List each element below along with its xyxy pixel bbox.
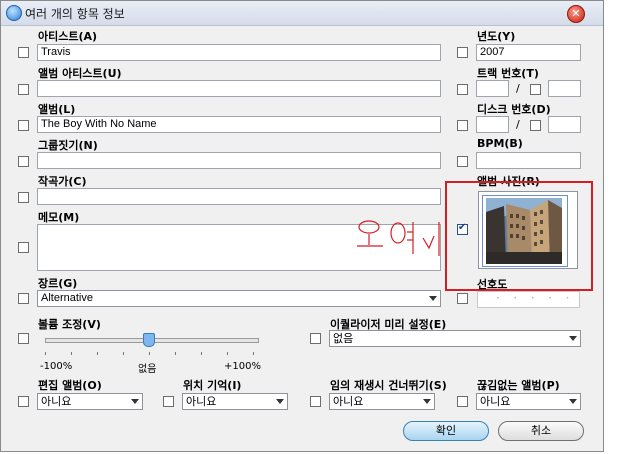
equalizer-dropdown[interactable]: 없음 <box>329 330 581 347</box>
handwritten-annotation <box>357 220 440 256</box>
track-number-label: 트랙 번호(T) <box>477 67 539 80</box>
grouping-label: 그룹짓기(N) <box>38 139 98 152</box>
volume-mid-label: 없음 <box>138 364 157 375</box>
skip-shuffle-value: 아니요 <box>333 395 364 408</box>
comments-checkbox[interactable] <box>18 242 29 253</box>
rating-checkbox[interactable] <box>457 293 468 304</box>
disc-count-field[interactable] <box>548 116 581 133</box>
remember-position-label: 위치 기억(I) <box>183 379 242 392</box>
album-label: 앨범(L) <box>38 103 76 116</box>
track-number-field[interactable] <box>476 80 509 97</box>
gapless-value: 아니요 <box>480 395 511 408</box>
remember-position-value: 아니요 <box>186 395 217 408</box>
comments-label: 메모(M) <box>38 211 80 224</box>
genre-dropdown[interactable]: Alternative <box>37 290 441 307</box>
compilation-value: 아니요 <box>41 395 72 408</box>
slider-tick <box>71 352 72 355</box>
year-label: 년도(Y) <box>477 30 516 43</box>
slider-tick <box>123 352 124 355</box>
cancel-button[interactable]: 취소 <box>498 421 584 441</box>
skip-shuffle-dropdown[interactable]: 아니요 <box>329 393 435 410</box>
compilation-label: 편집 앨범(O) <box>38 379 102 392</box>
itunes-icon <box>6 5 22 21</box>
album-artwork-image <box>486 198 562 264</box>
track-count-checkbox[interactable] <box>530 84 541 95</box>
composer-label: 작곡가(C) <box>38 175 87 188</box>
rating-stars[interactable]: • • • • • <box>477 291 580 308</box>
track-number-checkbox[interactable] <box>457 84 468 95</box>
artwork-checkbox[interactable] <box>457 222 468 235</box>
disc-count-checkbox[interactable] <box>530 120 541 131</box>
composer-field[interactable] <box>37 188 441 205</box>
slider-tick <box>253 352 254 355</box>
slider-tick <box>45 352 46 355</box>
chevron-down-icon <box>569 336 577 341</box>
disc-number-checkbox[interactable] <box>457 120 468 131</box>
disc-of-separator: / <box>516 118 520 131</box>
artwork-label: 앨범 사진(R) <box>477 175 540 188</box>
remember-position-dropdown[interactable]: 아니요 <box>182 393 288 410</box>
album-artist-field[interactable] <box>37 80 441 97</box>
compilation-checkbox[interactable] <box>18 396 29 407</box>
volume-checkbox[interactable] <box>18 333 29 344</box>
bpm-field[interactable] <box>476 152 581 169</box>
equalizer-value: 없음 <box>333 332 354 345</box>
bpm-label: BPM(B) <box>477 137 523 150</box>
artist-checkbox[interactable] <box>18 47 29 58</box>
slider-tick <box>149 352 150 355</box>
gapless-dropdown[interactable]: 아니요 <box>476 393 581 410</box>
bpm-checkbox[interactable] <box>457 156 468 167</box>
artist-field[interactable]: Travis <box>37 44 441 61</box>
disc-number-field[interactable] <box>476 116 509 133</box>
track-of-separator: / <box>516 82 520 95</box>
title-bar[interactable]: 여러 개의 항목 정보 ✕ <box>1 1 603 26</box>
chevron-down-icon <box>423 399 431 404</box>
year-checkbox[interactable] <box>457 47 468 58</box>
gapless-label: 끊김없는 앨범(P) <box>477 379 560 392</box>
slider-tick <box>227 352 228 355</box>
chevron-down-icon <box>131 399 139 404</box>
grouping-field[interactable] <box>37 152 441 169</box>
chevron-down-icon <box>569 399 577 404</box>
chevron-down-icon <box>429 296 437 301</box>
artwork-frame <box>482 195 568 267</box>
artwork-well[interactable] <box>478 191 578 269</box>
album-artist-label: 앨범 아티스트(U) <box>38 67 122 80</box>
volume-label: 볼륨 조정(V) <box>38 318 101 331</box>
genre-checkbox[interactable] <box>18 293 29 304</box>
slider-tick <box>97 352 98 355</box>
artist-label: 아티스트(A) <box>38 30 98 43</box>
volume-min-label: -100% <box>40 361 73 372</box>
gapless-checkbox[interactable] <box>457 396 468 407</box>
equalizer-checkbox[interactable] <box>310 333 321 344</box>
grouping-checkbox[interactable] <box>18 156 29 167</box>
compilation-dropdown[interactable]: 아니요 <box>37 393 143 410</box>
skip-shuffle-label: 임의 재생시 건너뛰기(S) <box>330 379 447 392</box>
composer-checkbox[interactable] <box>18 192 29 203</box>
year-field[interactable]: 2007 <box>476 44 581 61</box>
track-count-field[interactable] <box>548 80 581 97</box>
volume-max-label: +100% <box>224 361 261 372</box>
slider-tick <box>175 352 176 355</box>
rating-label: 선호도 <box>477 278 508 291</box>
genre-value: Alternative <box>41 292 93 304</box>
slider-tick <box>201 352 202 355</box>
album-artist-checkbox[interactable] <box>18 84 29 95</box>
album-field[interactable]: The Boy With No Name <box>37 116 441 133</box>
skip-shuffle-checkbox[interactable] <box>310 396 321 407</box>
remember-position-checkbox[interactable] <box>163 396 174 407</box>
disc-number-label: 디스크 번호(D) <box>477 103 551 116</box>
chevron-down-icon <box>276 399 284 404</box>
genre-label: 장르(G) <box>38 277 78 290</box>
ok-button[interactable]: 확인 <box>403 421 489 441</box>
volume-slider-thumb[interactable] <box>143 333 155 347</box>
window-title: 여러 개의 항목 정보 <box>25 7 125 21</box>
close-button[interactable]: ✕ <box>567 5 585 23</box>
album-checkbox[interactable] <box>18 120 29 131</box>
